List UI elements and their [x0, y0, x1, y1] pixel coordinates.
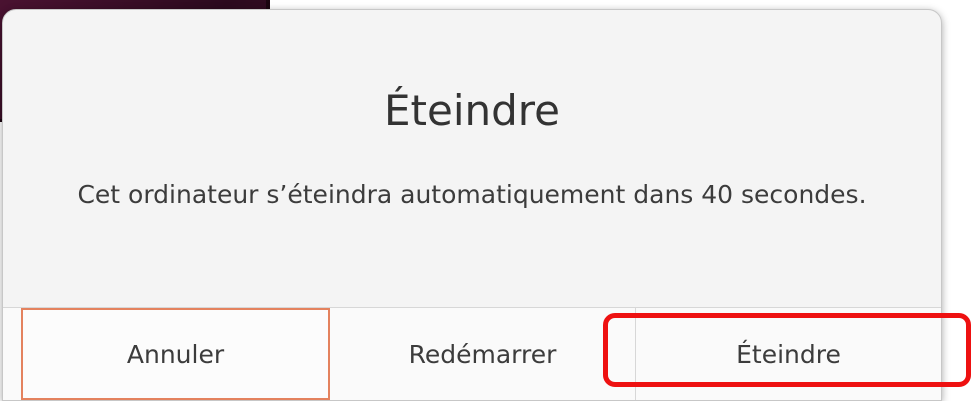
- shutdown-button[interactable]: Éteindre: [636, 308, 941, 400]
- shutdown-dialog: Éteindre Cet ordinateur s’éteindra autom…: [2, 9, 942, 401]
- cancel-button[interactable]: Annuler: [21, 308, 330, 400]
- dialog-message: Cet ordinateur s’éteindra automatiquemen…: [77, 180, 867, 209]
- dialog-button-row: Annuler Redémarrer Éteindre: [3, 307, 941, 400]
- restart-button[interactable]: Redémarrer: [330, 308, 636, 400]
- dialog-title: Éteindre: [384, 86, 560, 135]
